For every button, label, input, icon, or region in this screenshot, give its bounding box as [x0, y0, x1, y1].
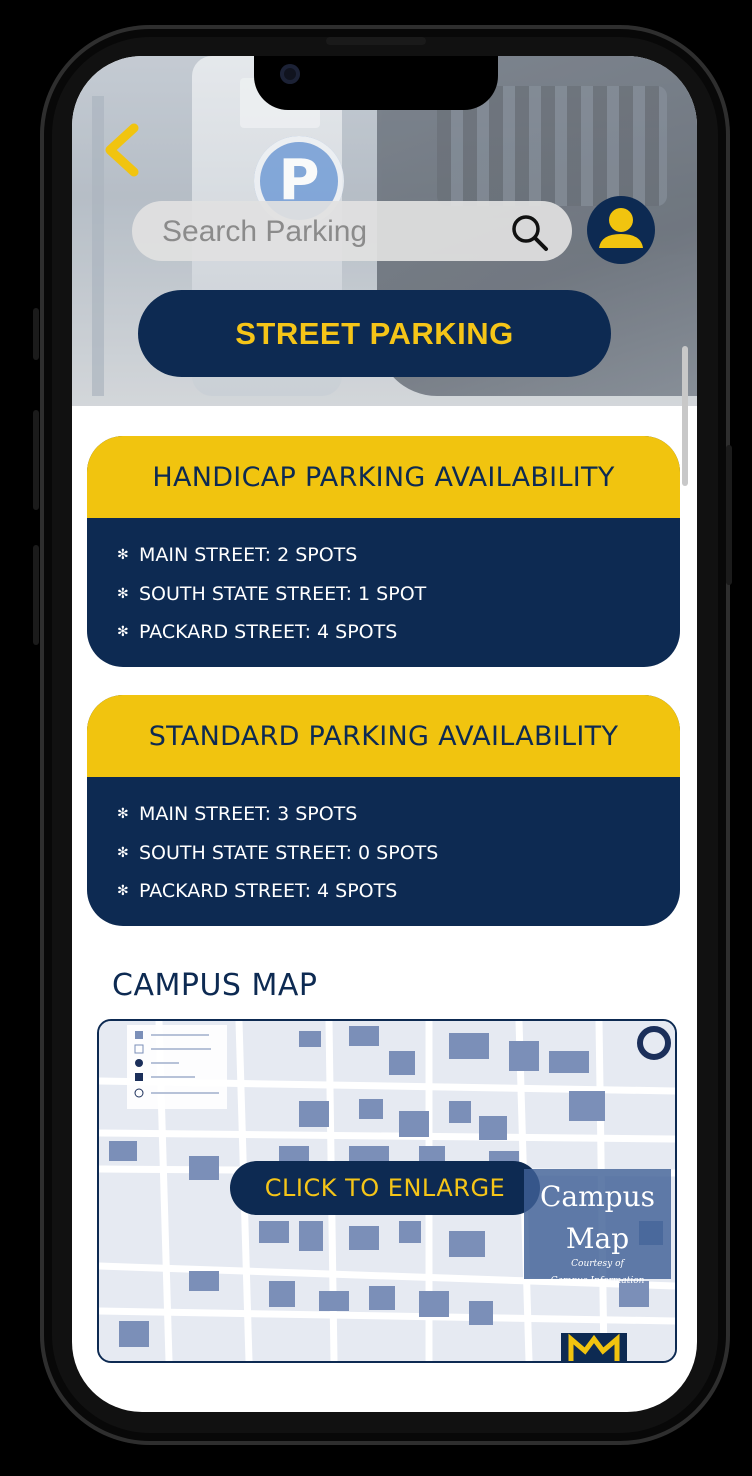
screen: P STREET PARKING HANDICAP PARKING AVAILA…: [72, 56, 697, 1412]
search-input[interactable]: [160, 211, 494, 253]
list-item: ✻ SOUTH STATE STREET: 0 SPOTS: [117, 834, 680, 873]
bullet-icon: ✻: [117, 585, 129, 602]
scrollbar[interactable]: [682, 346, 688, 486]
bullet-icon: ✻: [117, 806, 129, 822]
bullet-icon: ✻: [117, 547, 129, 563]
speaker-grille: [326, 37, 426, 45]
click-to-enlarge-button[interactable]: CLICK TO ENLARGE: [230, 1161, 540, 1215]
badge-caption-line-1: Courtesy of: [571, 1259, 624, 1269]
badge-title-line-1: Campus: [540, 1180, 655, 1213]
back-chevron-icon: [105, 123, 139, 177]
front-camera-icon: [280, 64, 300, 84]
handicap-list: ✻ MAIN STREET: 2 SPOTS ✻ SOUTH STATE STREE…: [87, 518, 680, 652]
bullet-icon: ✻: [117, 883, 129, 899]
power-button: [726, 445, 732, 585]
bullet-icon: ✻: [117, 624, 129, 640]
list-item: ✻ MAIN STREET: 3 SPOTS: [117, 795, 680, 834]
back-button[interactable]: [102, 122, 142, 178]
list-item: ✻ PACKARD STREET: 4 SPOTS: [117, 872, 680, 911]
handicap-heading: HANDICAP PARKING AVAILABILITY: [87, 436, 680, 518]
search-icon[interactable]: [510, 213, 550, 253]
bullet-icon: ✻: [117, 844, 129, 861]
list-item: ✻ PACKARD STREET: 4 SPOTS: [117, 613, 680, 652]
handicap-availability-card: HANDICAP PARKING AVAILABILITY ✻ MAIN STRE…: [87, 436, 680, 667]
list-item: ✻ SOUTH STATE STREET: 1 SPOT: [117, 575, 680, 614]
badge-title-line-2: Map: [565, 1222, 630, 1255]
user-avatar-icon: [599, 208, 643, 248]
campus-map-heading: CAMPUS MAP: [112, 968, 318, 1003]
page-title-text: STREET PARKING: [235, 315, 514, 351]
campus-map-badge: Campus Map Courtesy of Campus Informatio…: [524, 1169, 671, 1286]
page-title: STREET PARKING: [138, 290, 611, 377]
profile-button[interactable]: [587, 196, 655, 264]
mute-switch: [33, 308, 39, 360]
volume-up-button: [33, 410, 39, 510]
badge-caption-line-2: Campus Information: [550, 1276, 645, 1286]
standard-list: ✻ MAIN STREET: 3 SPOTS ✻ SOUTH STATE STREE…: [87, 777, 680, 911]
standard-availability-card: STANDARD PARKING AVAILABILITY ✻ MAIN STRE…: [87, 695, 680, 926]
search-bar[interactable]: [132, 201, 572, 261]
list-item: ✻ MAIN STREET: 2 SPOTS: [117, 536, 680, 575]
standard-heading: STANDARD PARKING AVAILABILITY: [87, 695, 680, 777]
volume-down-button: [33, 545, 39, 645]
